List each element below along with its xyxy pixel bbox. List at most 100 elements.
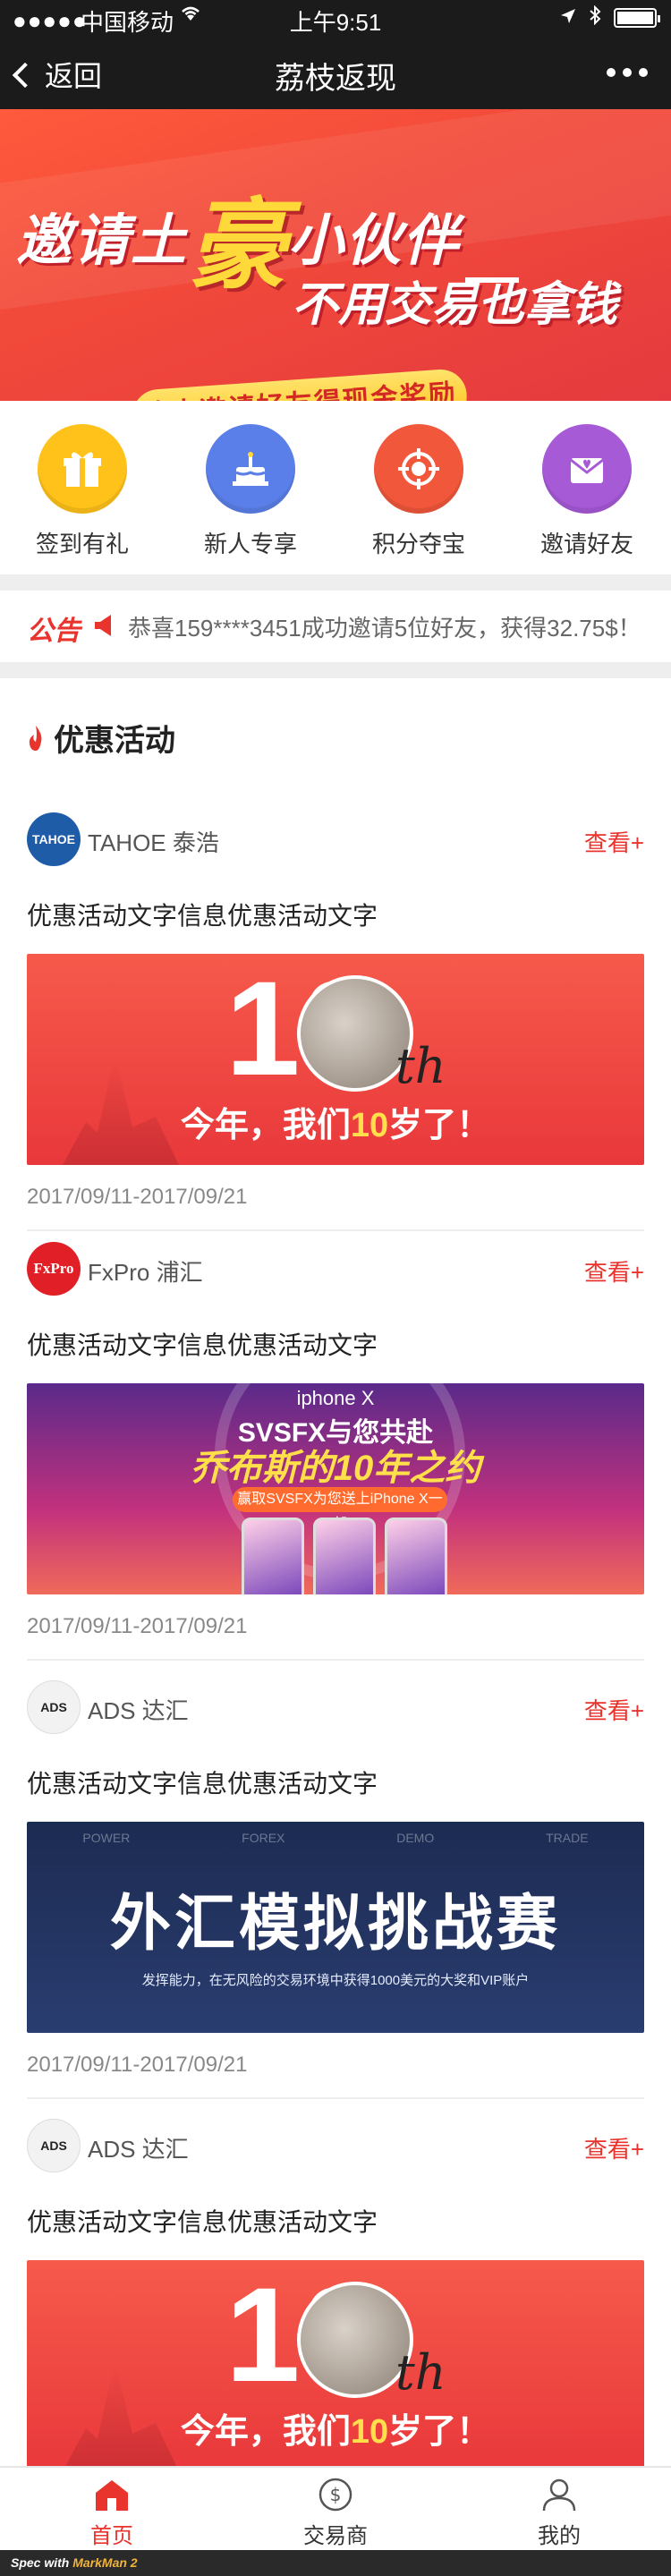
card-divider <box>27 1229 644 1231</box>
promo-image[interactable]: iphone X SVSFX与您共赴 乔布斯的10年之约 赢取SVSFX为您送上… <box>27 1383 644 1594</box>
flame-icon <box>27 724 45 752</box>
promo-image-tag: iphone X <box>296 1387 375 1409</box>
card-description: 优惠活动文字信息优惠活动文字 <box>27 1770 378 1798</box>
home-icon <box>90 2475 133 2514</box>
card-date: 2017/09/11-2017/09/21 <box>27 2053 248 2077</box>
tab-brokers[interactable]: $ 交易商 <box>224 2475 447 2549</box>
view-more-link[interactable]: 查看+ <box>584 825 644 858</box>
megaphone-icon <box>93 612 115 639</box>
promo-card[interactable]: ADS ADS 达汇 查看+ 优惠活动文字信息优惠活动文字 10 th 今年，我… <box>27 2119 644 2471</box>
quick-entry-invite[interactable]: 邀请好友 <box>515 424 658 559</box>
banner-headline-highlight: 豪 <box>188 191 289 301</box>
anniversary-slogan: 今年，我们10岁了！ <box>27 1097 644 1146</box>
score-item: TRADE <box>546 1831 589 1845</box>
promo-card[interactable]: TAHOE TAHOE 泰浩 查看+ 优惠活动文字信息优惠活动文字 10 th … <box>27 812 644 1231</box>
location-icon <box>560 6 576 30</box>
notice-tag: 公告 <box>27 616 81 646</box>
battery-icon <box>614 8 660 28</box>
more-options-button[interactable] <box>607 68 648 77</box>
back-button[interactable]: 返回 <box>12 54 102 95</box>
footer-prefix: Spec with <box>11 2555 73 2570</box>
status-bar: ●●●●● 中国移动 上午9:51 <box>0 0 671 36</box>
invite-banner[interactable]: 邀请土豪小伙伴 不用交易也拿钱 快去邀请好友得现金奖励 <box>0 109 671 401</box>
card-divider <box>27 2097 644 2099</box>
more-dot-icon <box>607 68 616 77</box>
card-date: 2017/09/11-2017/09/21 <box>27 1185 248 1209</box>
score-strip: POWER FOREX DEMO TRADE <box>27 1831 644 1845</box>
promo-image[interactable]: POWER FOREX DEMO TRADE 外汇模拟挑战赛 发挥能力，在无风险… <box>27 1822 644 2033</box>
quick-entry-label: 新人专享 <box>203 531 297 557</box>
card-description: 优惠活动文字信息优惠活动文字 <box>27 2208 378 2236</box>
more-dot-icon <box>639 68 648 77</box>
slogan-pre: 今年，我们 <box>180 1107 351 1144</box>
quick-entry-label: 签到有礼 <box>35 531 129 557</box>
more-dot-icon <box>623 68 632 77</box>
promo-image[interactable]: 10 th 今年，我们10岁了！ <box>27 954 644 1165</box>
broker-logo: FxPro <box>27 1242 81 1296</box>
banner-headline-pre: 邀请土 <box>16 210 189 272</box>
bluetooth-icon <box>589 4 601 30</box>
broker-name: ADS 达汇 <box>88 1697 189 1724</box>
view-more-link[interactable]: 查看+ <box>584 1254 644 1288</box>
cake-icon <box>206 424 295 514</box>
slogan-number: 10 <box>350 2413 389 2451</box>
notice-bar[interactable]: 公告 恭喜159****3451成功邀请5位好友，获得32.75$！ <box>0 591 671 662</box>
quick-entry-label: 积分夺宝 <box>371 531 465 557</box>
promo-card[interactable]: FxPro FxPro 浦汇 查看+ 优惠活动文字信息优惠活动文字 iphone… <box>27 1242 644 1661</box>
dollar-circle-icon: $ <box>314 2475 357 2514</box>
section-header: 优惠活动 <box>27 716 175 760</box>
card-header: ADS ADS 达汇 查看+ <box>27 1680 644 1734</box>
view-more-link[interactable]: 查看+ <box>584 1693 644 1726</box>
card-header: FxPro FxPro 浦汇 查看+ <box>27 1242 644 1296</box>
user-icon <box>538 2475 581 2514</box>
envelope-heart-icon <box>542 424 632 514</box>
broker-name: FxPro 浦汇 <box>88 1259 203 1286</box>
anniversary-slogan: 今年，我们10岁了！ <box>27 2403 644 2453</box>
promo-image-pill: 赢取SVSFX为您送上iPhone X一部 <box>233 1487 447 1532</box>
tab-profile[interactable]: 我的 <box>447 2475 671 2549</box>
tab-label: 我的 <box>538 2524 581 2548</box>
quick-entry-checkin[interactable]: 签到有礼 <box>11 424 154 559</box>
slogan-number: 10 <box>350 1107 389 1144</box>
tab-bar: 首页 $ 交易商 我的 <box>0 2466 671 2550</box>
promo-image-headline: 外汇模拟挑战赛 <box>109 1890 561 1958</box>
quick-entry-label: 邀请好友 <box>539 531 633 557</box>
slogan-post: 岁了！ <box>388 2413 491 2451</box>
slogan-post: 岁了！ <box>388 1107 491 1144</box>
banner-cta: 快去邀请好友得现金奖励 <box>131 368 469 401</box>
card-description: 优惠活动文字信息优惠活动文字 <box>27 1331 378 1359</box>
card-divider <box>27 1659 644 1661</box>
view-more-link[interactable]: 查看+ <box>584 2131 644 2164</box>
gift-icon <box>38 424 127 514</box>
card-date: 2017/09/11-2017/09/21 <box>27 1614 248 1638</box>
phone-graphic <box>242 1518 304 1594</box>
quick-entry-points[interactable]: 积分夺宝 <box>347 424 490 559</box>
footer-brand: MarkMan 2 <box>72 2555 138 2570</box>
tab-label: 首页 <box>90 2524 133 2548</box>
promo-image[interactable]: 10 th 今年，我们10岁了！ <box>27 2260 644 2471</box>
status-right <box>560 4 660 30</box>
chevron-left-icon <box>12 62 38 89</box>
notice-text: 恭喜159****3451成功邀请5位好友，获得32.75$！ <box>128 615 641 642</box>
banner-headline-post: 小伙伴 <box>288 210 461 272</box>
target-icon <box>374 424 463 514</box>
nav-bar: 返回 荔枝返现 <box>0 36 671 109</box>
quick-entries: 签到有礼 新人专享 积分夺宝 邀请好友 <box>0 401 671 574</box>
card-header: TAHOE TAHOE 泰浩 查看+ <box>27 812 644 866</box>
banner-subheadline: 不用交易也拿钱 <box>292 279 618 331</box>
card-description: 优惠活动文字信息优惠活动文字 <box>27 902 378 930</box>
promo-image-subheadline: 乔布斯的10年之约 <box>190 1449 481 1488</box>
divider <box>0 662 671 678</box>
broker-name: ADS 达汇 <box>88 2136 189 2163</box>
anniversary-suffix: th <box>395 2344 446 2401</box>
score-item: FOREX <box>242 1831 285 1845</box>
promo-card[interactable]: ADS ADS 达汇 查看+ 优惠活动文字信息优惠活动文字 POWER FORE… <box>27 1680 644 2099</box>
slogan-pre: 今年，我们 <box>180 2413 351 2451</box>
quick-entry-newcomer[interactable]: 新人专享 <box>179 424 322 559</box>
phone-graphic <box>313 1518 376 1594</box>
promotions-section: 优惠活动 TAHOE TAHOE 泰浩 查看+ 优惠活动文字信息优惠活动文字 1… <box>0 678 671 2478</box>
phone-graphic <box>385 1518 447 1594</box>
broker-name: TAHOE 泰浩 <box>88 829 219 856</box>
tab-home[interactable]: 首页 <box>0 2475 224 2549</box>
anniversary-suffix: th <box>395 1038 446 1094</box>
